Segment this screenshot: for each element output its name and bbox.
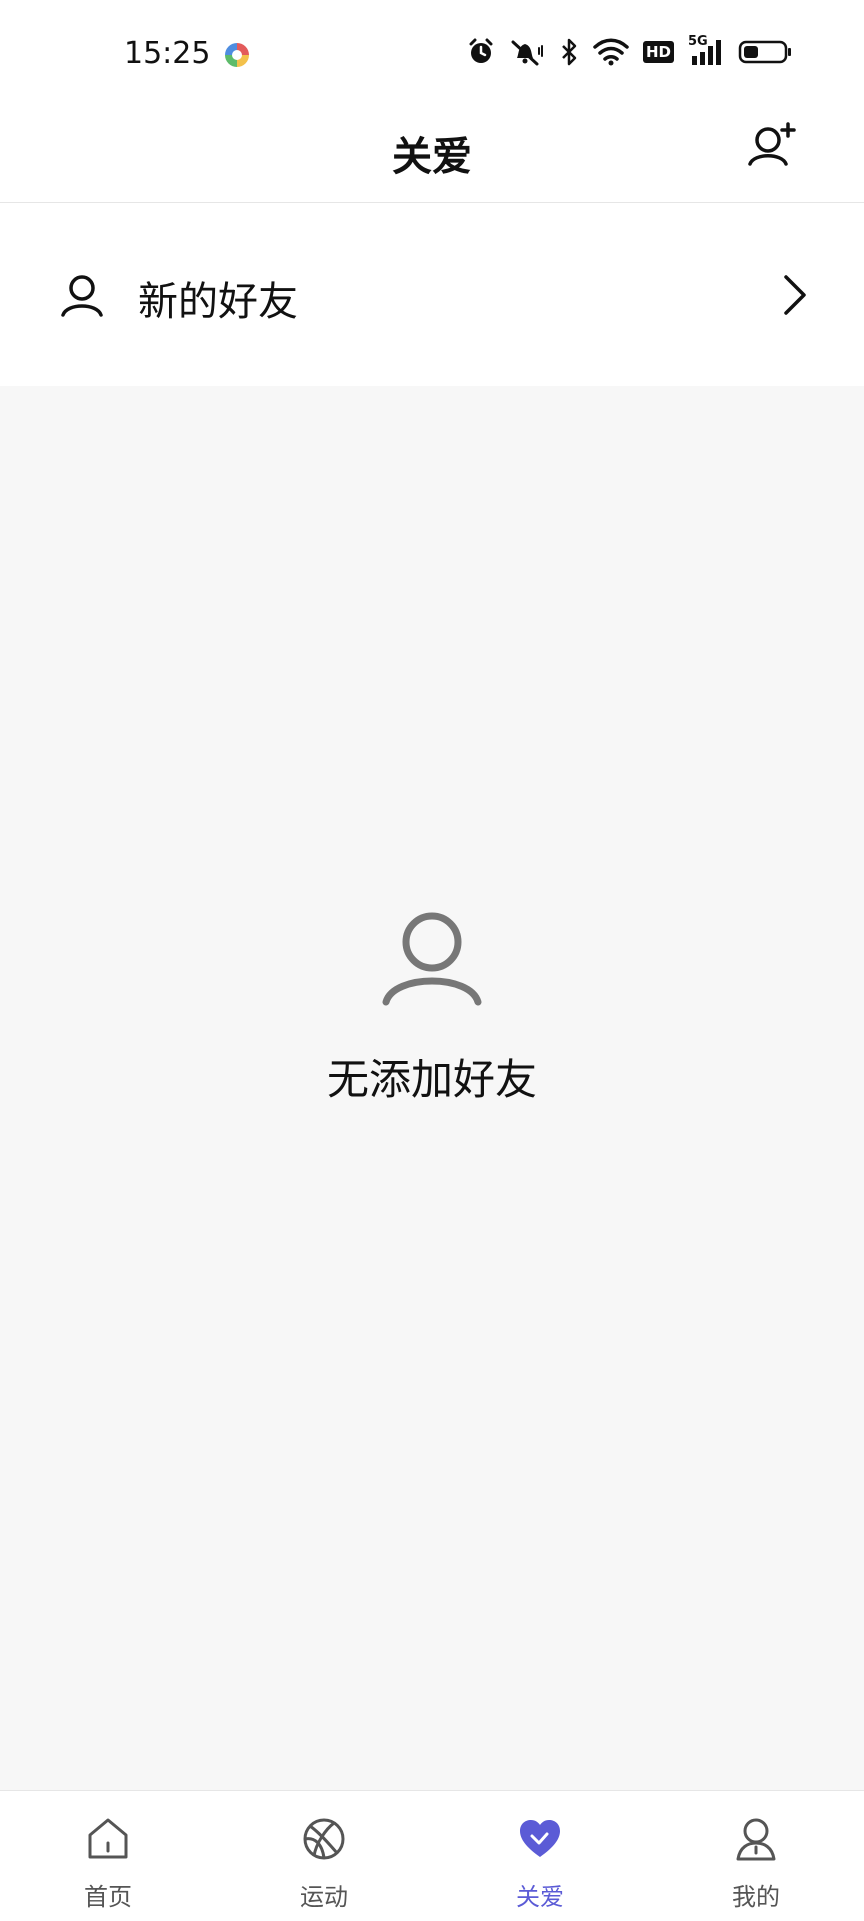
add-friend-button[interactable] — [746, 120, 798, 172]
tab-care[interactable]: 关爱 — [432, 1791, 648, 1921]
profile-icon — [736, 1818, 776, 1861]
tab-label: 运动 — [300, 1883, 348, 1911]
tab-label: 我的 — [732, 1883, 780, 1911]
heart-icon — [520, 1820, 560, 1857]
tab-mine[interactable]: 我的 — [648, 1791, 864, 1921]
new-friends-label: 新的好友 — [138, 279, 298, 325]
mute-icon — [511, 40, 543, 66]
tab-label: 关爱 — [516, 1883, 564, 1911]
new-friends-row[interactable]: 新的好友 — [0, 203, 864, 386]
status-bar: 15:25 HD 5G — [0, 0, 864, 110]
bluetooth-icon — [562, 38, 577, 66]
user-icon — [61, 275, 103, 317]
hd-icon: HD — [642, 41, 674, 63]
empty-user-icon — [382, 912, 482, 1006]
bottom-tab-bar: 首页 运动 关爱 我的 — [0, 1790, 864, 1921]
add-user-icon — [748, 122, 796, 166]
app-notification-icon — [225, 43, 249, 67]
battery-icon — [738, 40, 791, 64]
tab-label: 首页 — [84, 1883, 132, 1911]
tab-home[interactable]: 首页 — [0, 1791, 216, 1921]
wifi-icon — [593, 38, 629, 66]
chevron-right-icon — [784, 275, 806, 315]
friends-list-empty: 无添加好友 — [0, 386, 864, 1790]
empty-state-text: 无添加好友 — [326, 1055, 537, 1104]
home-icon — [88, 1818, 128, 1859]
basketball-icon — [303, 1818, 345, 1860]
tab-sports[interactable]: 运动 — [216, 1791, 432, 1921]
signal-5g-icon: 5G — [688, 34, 724, 66]
status-time: 15:25 — [124, 36, 211, 71]
alarm-icon — [469, 38, 493, 63]
page-title: 关爱 — [392, 134, 472, 180]
header: 关爱 — [0, 110, 864, 203]
